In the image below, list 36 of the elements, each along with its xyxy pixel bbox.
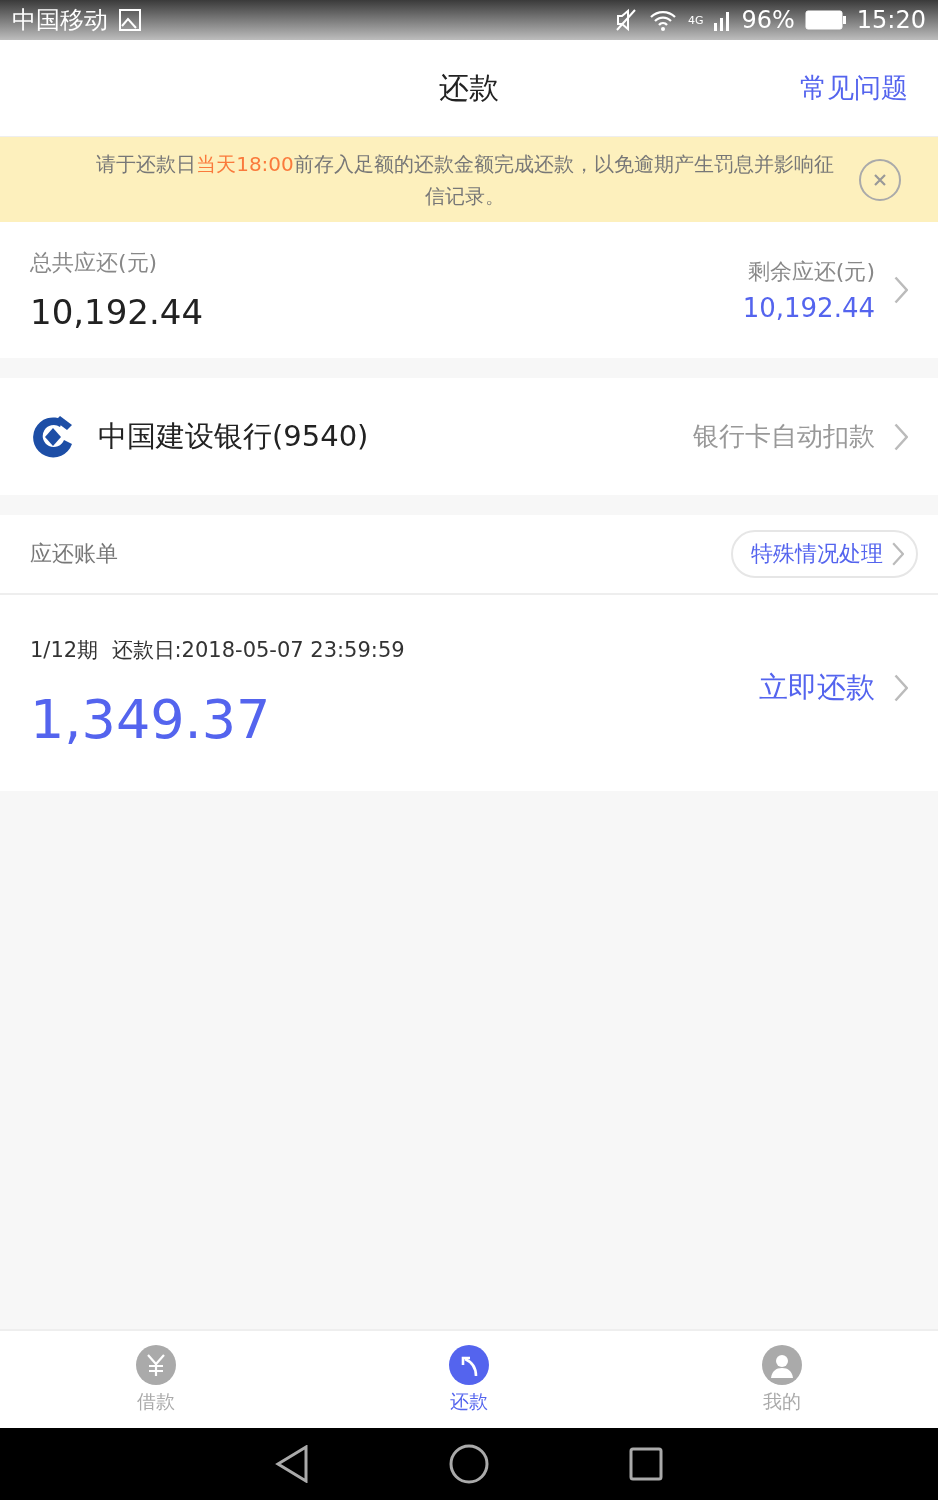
total-amount: 10,192.44 [30,292,204,332]
mute-icon [613,8,638,32]
remaining-label: 剩余应还(元) [747,258,875,286]
remaining-link[interactable]: 剩余应还(元) 10,192.44 [742,257,908,323]
notice-text: 请于还款日 当天18:00前存入足额的还款金额完成还款，以免逾期产生罚息并影响征信记录。 [95,150,835,210]
network-type: 4G [687,13,704,27]
chevron-icon [893,275,908,305]
yuan-icon [136,1344,177,1385]
chevron-icon [893,673,908,703]
battery-icon [804,9,847,31]
total-label: 总共应还(元) [30,249,158,277]
page-title: 还款 [439,68,499,107]
recents-icon[interactable] [629,1447,663,1481]
person-icon [761,1344,802,1385]
chevron-icon [893,421,908,452]
bill-amount: 1,349.37 [30,687,271,751]
section-title: 应还账单 [30,540,118,568]
special-case-button[interactable]: 特殊情况处理 [731,530,918,578]
image-icon [118,8,142,32]
clock: 15:20 [856,6,926,34]
debit-method-link[interactable]: 银行卡自动扣款 [693,419,908,454]
close-icon [872,171,888,188]
battery-level: 96% [741,6,795,34]
tab[interactable]: 还款 [312,1331,626,1428]
repay-now: 立即还款 [759,669,875,706]
chevron-icon [891,541,904,567]
carrier-name: 中国移动 [12,5,108,36]
remaining-amount: 10,192.44 [742,293,875,323]
bill-period: 1/12期 还款日:2018-05-07 23:59:59 [30,636,405,664]
repay-now-link[interactable]: 立即还款 [759,668,908,708]
home-icon[interactable] [449,1444,489,1484]
debit-method: 银行卡自动扣款 [693,420,875,453]
signal-icon [713,9,732,31]
bank-name: 中国建设银行(9540) [98,417,369,455]
back-icon[interactable] [275,1445,309,1483]
faq-link[interactable]: 常见问题 [800,70,908,106]
